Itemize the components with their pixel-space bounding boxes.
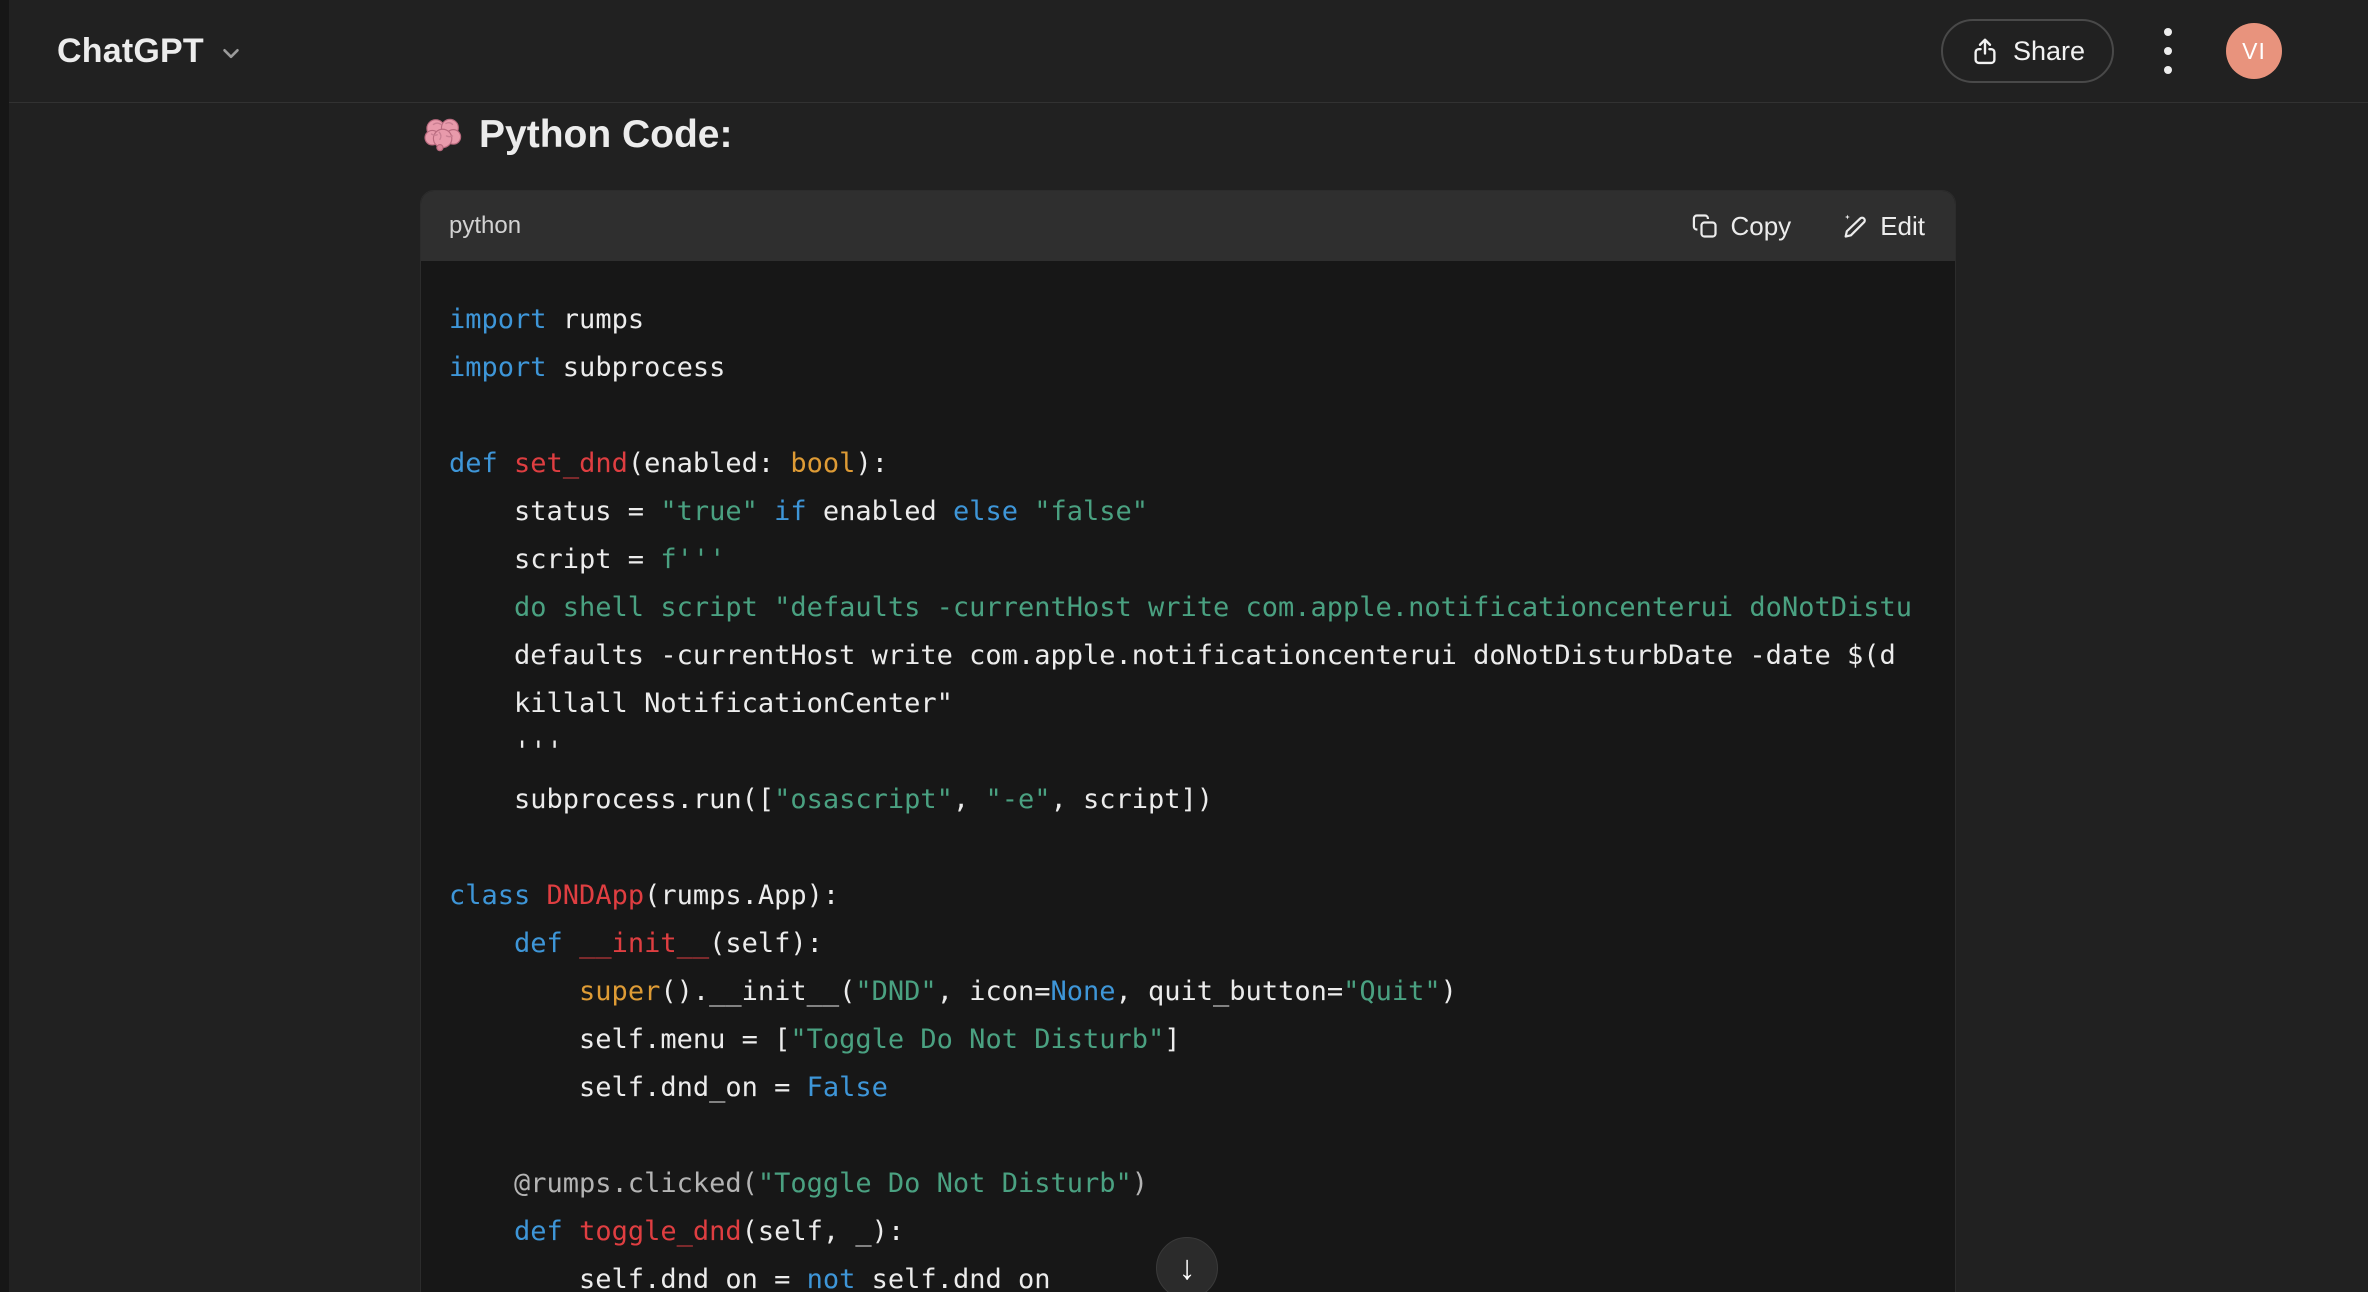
top-bar: ChatGPT Share VI [9, 0, 2368, 103]
kebab-dot [2164, 66, 2172, 74]
code-line [449, 824, 1927, 872]
code-line: subprocess.run(["osascript", "-e", scrip… [449, 776, 1927, 824]
more-options-button[interactable] [2158, 22, 2178, 80]
code-line: class DNDApp(rumps.App): [449, 872, 1927, 920]
code-block: python Copy Edit import rumpsimport subp… [420, 190, 1956, 1292]
code-actions: Copy Edit [1691, 211, 1925, 242]
code-line: ''' [449, 728, 1927, 776]
sidebar-edge [0, 0, 9, 1292]
share-button[interactable]: Share [1941, 19, 2114, 83]
share-label: Share [2013, 36, 2085, 67]
code-line: script = f''' [449, 536, 1927, 584]
code-line: import rumps [449, 296, 1927, 344]
code-line: import subprocess [449, 344, 1927, 392]
kebab-dot [2164, 28, 2172, 36]
edit-label: Edit [1880, 211, 1925, 242]
copy-label: Copy [1730, 211, 1791, 242]
code-line [449, 392, 1927, 440]
chevron-down-icon [218, 40, 244, 66]
code-line: def set_dnd(enabled: bool): [449, 440, 1927, 488]
user-avatar-button[interactable]: VI [2226, 23, 2282, 79]
code-line: @rumps.clicked("Toggle Do Not Disturb") [449, 1160, 1927, 1208]
top-bar-actions: Share VI [1941, 19, 2282, 83]
chatgpt-window: ChatGPT Share VI [0, 0, 2368, 1292]
app-title: ChatGPT [57, 32, 204, 71]
message-heading-text: Python Code: [479, 113, 732, 157]
share-icon [1970, 36, 2000, 66]
code-line: do shell script "defaults -currentHost w… [449, 584, 1927, 632]
model-switcher[interactable]: ChatGPT [57, 32, 244, 71]
edit-icon [1841, 212, 1869, 240]
copy-icon [1691, 212, 1719, 240]
edit-button[interactable]: Edit [1841, 211, 1925, 242]
arrow-down-icon: ↓ [1179, 1249, 1196, 1288]
code-line: defaults -currentHost write com.apple.no… [449, 632, 1927, 680]
message-heading: Python Code: [420, 112, 732, 158]
code-line: self.dnd_on = False [449, 1064, 1927, 1112]
code-block-header: python Copy Edit [421, 191, 1955, 261]
code-line: def __init__(self): [449, 920, 1927, 968]
code-line: super().__init__("DND", icon=None, quit_… [449, 968, 1927, 1016]
brain-emoji-icon [420, 112, 466, 158]
code-line: self.menu = ["Toggle Do Not Disturb"] [449, 1016, 1927, 1064]
avatar-initials: VI [2242, 38, 2266, 65]
code-line: status = "true" if enabled else "false" [449, 488, 1927, 536]
language-label: python [449, 212, 521, 240]
code-line: killall NotificationCenter" [449, 680, 1927, 728]
code-content[interactable]: import rumpsimport subprocess def set_dn… [421, 261, 1955, 1292]
scroll-to-bottom-button[interactable]: ↓ [1156, 1237, 1218, 1292]
kebab-dot [2164, 47, 2172, 55]
copy-button[interactable]: Copy [1691, 211, 1791, 242]
code-line [449, 1112, 1927, 1160]
